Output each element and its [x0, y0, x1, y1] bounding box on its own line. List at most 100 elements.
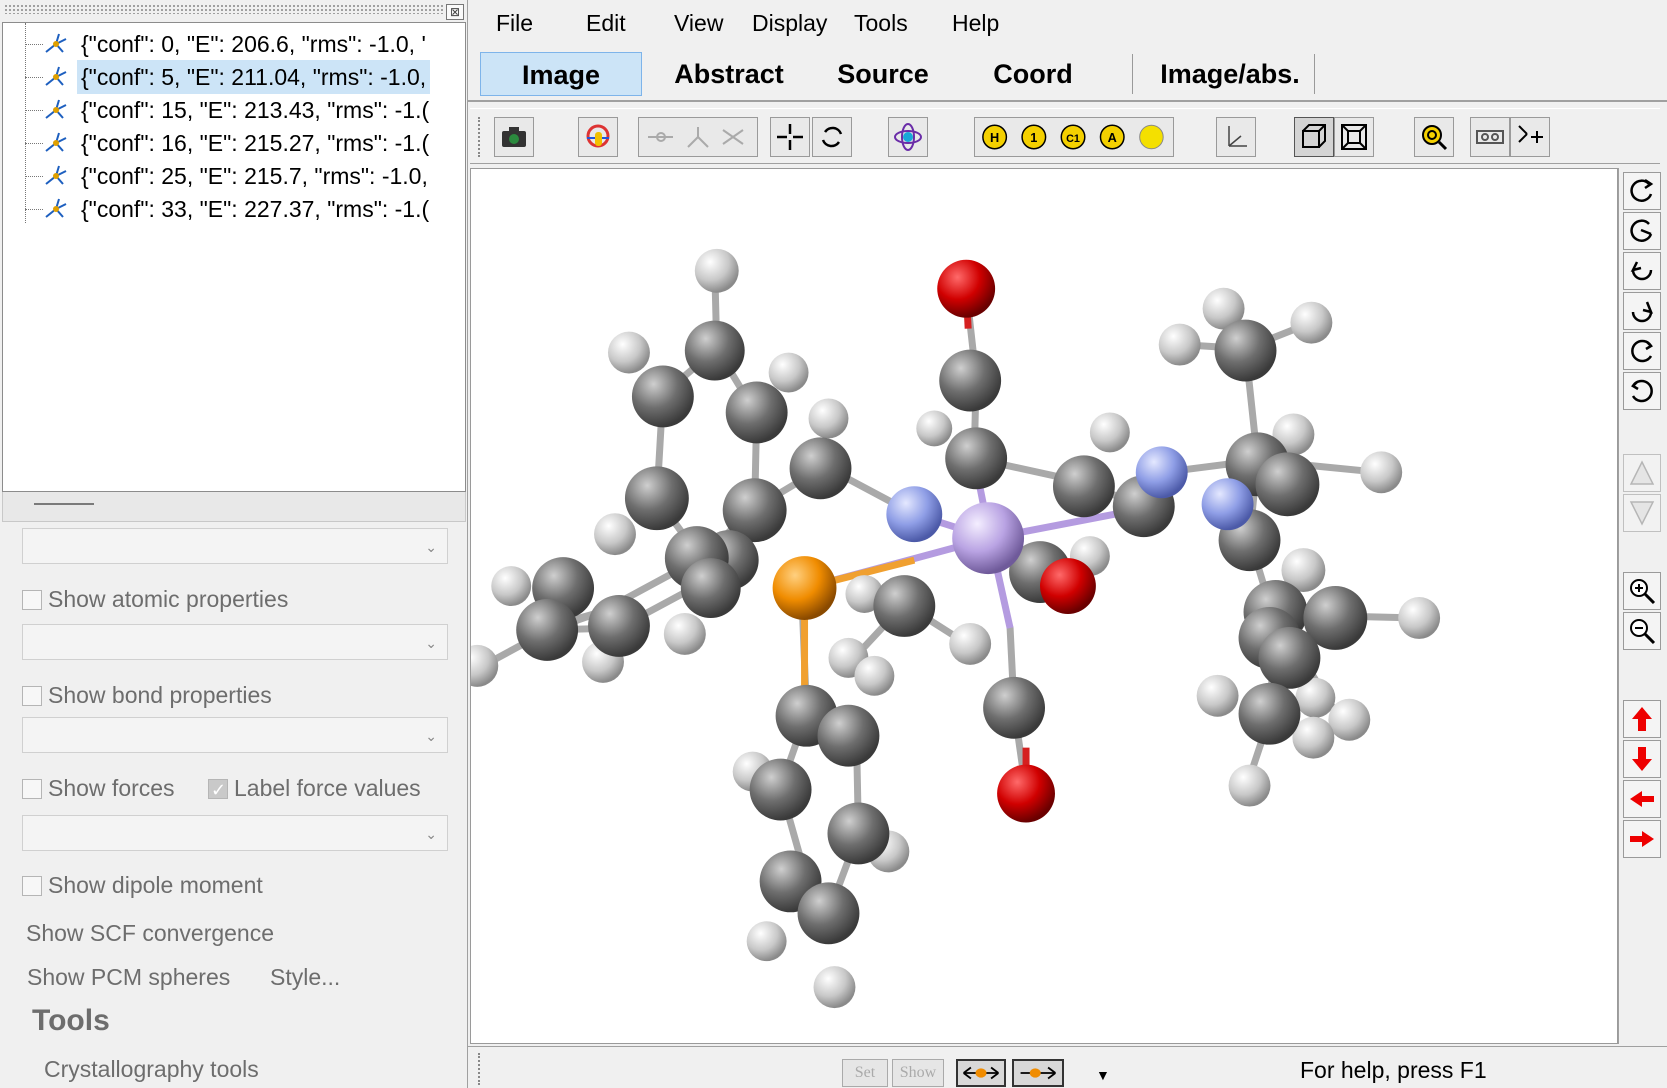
- checkbox-box[interactable]: [22, 876, 42, 896]
- molecule-viewer[interactable]: [456, 168, 1618, 1044]
- rotate-y-ccw-button[interactable]: [1623, 292, 1661, 330]
- show-bond-properties-checkbox[interactable]: Show bond properties: [22, 680, 272, 710]
- zoom-tool-button[interactable]: [1414, 117, 1454, 157]
- zoom-in-icon: [1630, 579, 1656, 605]
- animation-dropdown-icon[interactable]: ▼: [1096, 1067, 1110, 1083]
- bond-tools-icon: [648, 127, 744, 148]
- bond-property-select[interactable]: ⌄: [22, 717, 448, 753]
- tab-coord[interactable]: Coord: [968, 52, 1098, 96]
- rotate-ccw-icon: [1631, 301, 1654, 323]
- menu-bar: File Edit View Display Tools Help: [468, 0, 1667, 46]
- rotate-y-cw-button[interactable]: [1623, 252, 1661, 290]
- show-atomic-properties-checkbox[interactable]: Show atomic properties: [22, 584, 288, 614]
- stereo-button[interactable]: [1470, 117, 1510, 157]
- style-button[interactable]: Style...: [270, 964, 340, 991]
- cube-icon: [1302, 124, 1326, 148]
- show-scf-convergence-button[interactable]: Show SCF convergence: [26, 920, 274, 947]
- bond-tools-group[interactable]: [638, 117, 758, 157]
- tab-image[interactable]: Image: [480, 52, 642, 96]
- atomic-property-select[interactable]: ⌄: [22, 624, 448, 660]
- tree-splitter-area: [2, 492, 466, 522]
- status-text: For help, press F1: [1300, 1057, 1487, 1083]
- rotate-x-ccw-button[interactable]: [1623, 212, 1661, 250]
- menu-view[interactable]: View: [674, 10, 723, 37]
- label-force-values-checkbox[interactable]: Label force values: [208, 773, 421, 805]
- menu-file[interactable]: File: [496, 10, 533, 37]
- splitter-handle[interactable]: [34, 503, 94, 506]
- add-fragment-button[interactable]: [1510, 117, 1550, 157]
- zoom-out-icon: [1630, 619, 1656, 645]
- rotate-mode-button[interactable]: [578, 117, 618, 157]
- label-a: A: [1108, 130, 1117, 145]
- rotate-z-ccw-button[interactable]: [1623, 372, 1661, 410]
- rotate-z-cw-button[interactable]: [1623, 332, 1661, 370]
- view-tabs: Image Abstract Source Coord Image/abs.: [468, 46, 1667, 102]
- tab-abstract[interactable]: Abstract: [654, 52, 804, 96]
- tree-item-conf-33[interactable]: {"conf": 33, "E": 227.37, "rms": -1.(: [3, 192, 465, 226]
- molecule-canvas[interactable]: [456, 169, 1617, 1043]
- perspective-button[interactable]: [1294, 117, 1334, 157]
- viewer-toolbar: H 1 C1 A: [470, 108, 1660, 164]
- checkbox-label: Show dipole moment: [48, 872, 263, 898]
- app-window: ⊠ {"conf": 0, "E": 206.6, "rms": -1.0, '…: [0, 0, 1667, 1088]
- tree-item-label: {"conf": 15, "E": 213.43, "rms": -1.(: [81, 97, 430, 123]
- tree-item-label: {"conf": 16, "E": 215.27, "rms": -1.(: [81, 130, 430, 156]
- axes-button[interactable]: [1216, 117, 1256, 157]
- tab-source[interactable]: Source: [818, 52, 948, 96]
- property-select-1[interactable]: ⌄: [22, 528, 448, 564]
- label-one: 1: [1030, 130, 1037, 145]
- rotate-x-cw-button[interactable]: [1623, 172, 1661, 210]
- show-dipole-moment-checkbox[interactable]: Show dipole moment: [22, 870, 263, 900]
- tree-item-conf-5[interactable]: {"conf": 5, "E": 211.04, "rms": -1.0,: [3, 60, 465, 94]
- label-buttons-group[interactable]: H 1 C1 A: [974, 117, 1174, 157]
- tree-item-label: {"conf": 5, "E": 211.04, "rms": -1.0,: [77, 60, 431, 94]
- tree-item-conf-15[interactable]: {"conf": 15, "E": 213.43, "rms": -1.(: [3, 93, 465, 127]
- set-button[interactable]: Set: [842, 1059, 888, 1087]
- show-button[interactable]: Show: [892, 1059, 944, 1087]
- statusbar-grip[interactable]: [478, 1053, 482, 1085]
- checkbox-box[interactable]: [22, 686, 42, 706]
- tab-image-abs[interactable]: Image/abs.: [1140, 52, 1320, 96]
- toolbar-grip[interactable]: [478, 117, 482, 157]
- fit-view-button[interactable]: [770, 117, 810, 157]
- conformer-tree[interactable]: {"conf": 0, "E": 206.6, "rms": -1.0, ' {…: [2, 22, 466, 492]
- pan-down-button[interactable]: [1623, 740, 1661, 778]
- close-icon[interactable]: ⊠: [446, 4, 464, 20]
- move-up-disabled-button[interactable]: [1623, 454, 1661, 492]
- checkbox-label: Show forces: [48, 775, 175, 801]
- triangle-up-icon: [1629, 460, 1655, 485]
- forces-select[interactable]: ⌄: [22, 815, 448, 851]
- animate-forward-button[interactable]: [1012, 1059, 1064, 1087]
- show-forces-checkbox[interactable]: Show forces: [22, 773, 175, 803]
- menu-edit[interactable]: Edit: [586, 10, 626, 37]
- menu-help[interactable]: Help: [952, 10, 999, 37]
- checkbox-box[interactable]: [22, 590, 42, 610]
- camera-icon: [502, 127, 526, 147]
- tree-item-conf-0[interactable]: {"conf": 0, "E": 206.6, "rms": -1.0, ': [3, 27, 465, 61]
- zoom-out-button[interactable]: [1623, 612, 1661, 650]
- crystallography-tools-button[interactable]: Crystallography tools: [44, 1056, 259, 1083]
- camera-button[interactable]: [494, 117, 534, 157]
- checkbox-box[interactable]: [22, 779, 42, 799]
- pan-right-button[interactable]: [1623, 820, 1661, 858]
- arrow-right-icon: [1630, 831, 1654, 847]
- orbital-button[interactable]: [888, 117, 928, 157]
- status-bar: Set Show ▼ For help, press F1: [468, 1046, 1667, 1088]
- checkbox-box[interactable]: [208, 775, 228, 805]
- molecule-icon: [45, 165, 67, 185]
- pan-up-button[interactable]: [1623, 700, 1661, 738]
- move-down-disabled-button[interactable]: [1623, 494, 1661, 532]
- show-pcm-spheres-button[interactable]: Show PCM spheres: [27, 964, 230, 991]
- menu-tools[interactable]: Tools: [854, 10, 908, 37]
- animate-bounce-button[interactable]: [956, 1059, 1006, 1087]
- tree-item-conf-16[interactable]: {"conf": 16, "E": 215.27, "rms": -1.(: [3, 126, 465, 160]
- menu-display[interactable]: Display: [752, 10, 827, 37]
- rotate-cw-icon: [1630, 178, 1654, 202]
- orthographic-button[interactable]: [1334, 117, 1374, 157]
- zoom-in-button[interactable]: [1623, 572, 1661, 610]
- panel-grip[interactable]: [4, 4, 444, 14]
- tree-item-conf-25[interactable]: {"conf": 25, "E": 215.7, "rms": -1.0,: [3, 159, 465, 193]
- refresh-icon: [821, 126, 843, 148]
- reset-view-button[interactable]: [812, 117, 852, 157]
- pan-left-button[interactable]: [1623, 780, 1661, 818]
